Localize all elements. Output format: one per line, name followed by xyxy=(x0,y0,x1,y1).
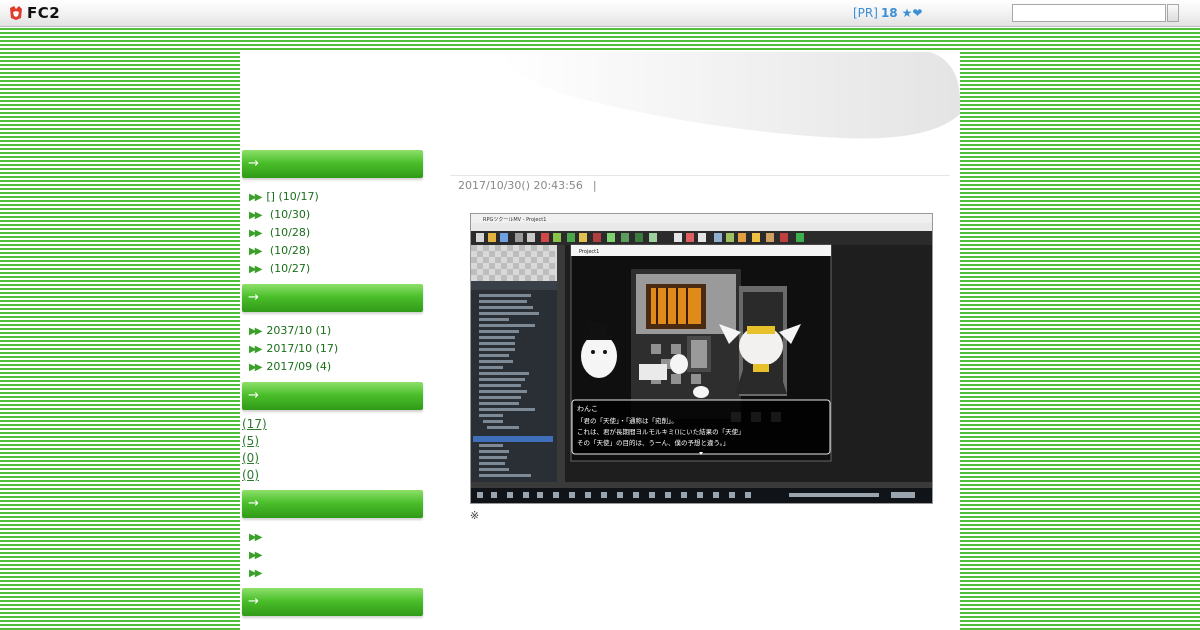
list-item[interactable]: ▶▶ (10/30) xyxy=(249,206,425,224)
archives-list: ▶▶ 2037/10 (1) ▶▶ 2017/10 (17) ▶▶ 2017/09 (… xyxy=(240,312,425,382)
double-arrow-icon: ▶▶ xyxy=(249,568,262,579)
list-item[interactable]: ▶▶ xyxy=(249,546,425,564)
pr-icons: ★❤ xyxy=(901,6,923,20)
double-arrow-icon: ▶▶ xyxy=(249,228,262,239)
search-input[interactable] xyxy=(1012,4,1166,22)
fc2-header-bar: FC2 [PR] 18 ★❤ xyxy=(0,0,1200,27)
game-window-title: Project1 xyxy=(579,249,599,255)
list-item[interactable]: ▶▶ (10/28) xyxy=(249,224,425,242)
sidebar-head-links: → xyxy=(242,490,423,518)
double-arrow-icon: ▶▶ xyxy=(249,192,262,203)
post-note: ※ xyxy=(470,509,480,522)
entry-divider xyxy=(450,175,950,176)
fc2-fox-icon xyxy=(10,6,22,20)
arrow-right-icon: → xyxy=(248,290,259,305)
double-arrow-icon: ▶▶ xyxy=(249,550,262,561)
post-meta: 2017/10/30() 20:43:56 | xyxy=(458,179,597,192)
category-link[interactable]: (0) xyxy=(242,451,259,465)
list-item: (0) xyxy=(242,467,425,484)
sidebar-head-recent-entries: → xyxy=(242,150,423,178)
category-link[interactable]: (17) xyxy=(242,417,267,431)
list-item: (5) xyxy=(242,433,425,450)
blog-page: → ▶▶ [] (10/17) ▶▶ (10/30) ▶▶ (10/28) ▶▶ … xyxy=(240,52,960,630)
dialog-line: これは、君が長期間ヨルモルキミ()にいた結果の「天使」 xyxy=(577,427,745,436)
list-item[interactable]: ▶▶ (10/27) xyxy=(249,260,425,278)
sidebar: → ▶▶ [] (10/17) ▶▶ (10/30) ▶▶ (10/28) ▶▶ … xyxy=(240,150,425,616)
search-button[interactable] xyxy=(1167,4,1179,22)
sidebar-head-more: → xyxy=(242,588,423,616)
archive-link[interactable]: 2017/09 (4) xyxy=(266,360,331,373)
double-arrow-icon: ▶▶ xyxy=(249,344,262,355)
category-link[interactable]: (5) xyxy=(242,434,259,448)
arrow-right-icon: → xyxy=(248,388,259,403)
list-item[interactable]: ▶▶ xyxy=(249,528,425,546)
pr-count: 18 xyxy=(880,6,898,20)
list-item[interactable]: ▶▶ 2037/10 (1) xyxy=(249,322,425,340)
arrow-right-icon: → xyxy=(248,594,259,609)
dialog-speaker: わんこ xyxy=(577,405,598,413)
list-item: (0) xyxy=(242,450,425,467)
rpg-maker-screenshot: RPGツクールMV - Project1 Project1 わんこ 「君の「天使… xyxy=(471,214,932,503)
double-arrow-icon: ▶▶ xyxy=(249,532,262,543)
links-list: ▶▶ ▶▶ ▶▶ xyxy=(240,518,425,588)
fc2-logo-text: FC2 xyxy=(27,4,61,22)
list-item[interactable]: ▶▶ 2017/09 (4) xyxy=(249,358,425,376)
pr-label: [PR] xyxy=(853,6,878,20)
archive-link[interactable]: 2017/10 (17) xyxy=(266,342,338,355)
dialog-line: その「天使」の目的は、うーん、僕の予想と違う。」 xyxy=(577,438,729,447)
double-arrow-icon: ▶▶ xyxy=(249,362,262,373)
category-link[interactable]: (0) xyxy=(242,468,259,482)
post-date: 2017/10/30() 20:43:56 xyxy=(458,179,583,192)
app-title: RPGツクールMV - Project1 xyxy=(483,217,546,223)
entry-link[interactable]: (10/28) xyxy=(266,226,310,239)
double-arrow-icon: ▶▶ xyxy=(249,246,262,257)
meta-separator: | xyxy=(592,179,597,192)
fc2-logo[interactable]: FC2 xyxy=(8,4,60,22)
archive-link[interactable]: 2037/10 (1) xyxy=(266,324,331,337)
header-swoosh-graphic xyxy=(500,52,960,139)
post-screenshot[interactable]: RPGツクールMV - Project1 Project1 わんこ 「君の「天使… xyxy=(470,213,933,504)
arrow-right-icon: → xyxy=(248,156,259,171)
list-item: (17) xyxy=(242,416,425,433)
entry-link[interactable]: (10/27) xyxy=(266,262,310,275)
entry-link[interactable]: (10/30) xyxy=(266,208,310,221)
entry-link[interactable]: [] (10/17) xyxy=(266,190,318,203)
categories-list: (17) (5) (0) (0) xyxy=(240,410,425,490)
recent-entries-list: ▶▶ [] (10/17) ▶▶ (10/30) ▶▶ (10/28) ▶▶ (1… xyxy=(240,178,425,284)
dialog-line: 「君の「天使」・「通称は「宛削」。 xyxy=(577,416,678,425)
double-arrow-icon: ▶▶ xyxy=(249,210,262,221)
double-arrow-icon: ▶▶ xyxy=(249,326,262,337)
double-arrow-icon: ▶▶ xyxy=(249,264,262,275)
sidebar-head-categories: → xyxy=(242,382,423,410)
list-item[interactable]: ▶▶ [] (10/17) xyxy=(249,188,425,206)
sidebar-head-archives: → xyxy=(242,284,423,312)
list-item[interactable]: ▶▶ 2017/10 (17) xyxy=(249,340,425,358)
entry-link[interactable]: (10/28) xyxy=(266,244,310,257)
pr-link[interactable]: [PR] 18 ★❤ xyxy=(853,6,922,20)
list-item[interactable]: ▶▶ xyxy=(249,564,425,582)
list-item[interactable]: ▶▶ (10/28) xyxy=(249,242,425,260)
arrow-right-icon: → xyxy=(248,496,259,511)
